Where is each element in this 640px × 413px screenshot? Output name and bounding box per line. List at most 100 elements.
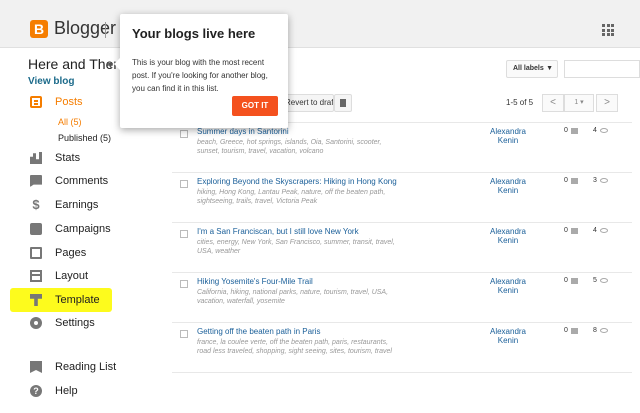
post-author[interactable]: Alexandra Kenin — [482, 227, 534, 245]
eye-icon — [600, 178, 608, 183]
post-title-link[interactable]: Exploring Beyond the Skyscrapers: Hiking… — [197, 177, 397, 186]
sidebar-item-label: Campaigns — [55, 223, 111, 235]
posts-icon — [30, 96, 42, 108]
row-checkbox[interactable] — [180, 130, 188, 138]
view-blog-link[interactable]: View blog — [28, 76, 75, 87]
sidebar-item-layout[interactable]: Layout — [30, 268, 88, 284]
comment-icon — [571, 278, 578, 284]
sidebar-item-help[interactable]: ? Help — [30, 383, 78, 399]
post-title-link[interactable]: Hiking Yosemite's Four-Mile Trail — [197, 277, 313, 286]
stats-icon — [30, 152, 42, 164]
got-it-button[interactable]: GOT IT — [232, 96, 278, 116]
comment-count: 0 — [564, 277, 568, 284]
post-labels: france, la coulee verte, off the beaten … — [197, 339, 392, 355]
sidebar-item-label: Pages — [55, 247, 87, 259]
view-count: 8 — [593, 327, 597, 334]
sidebar-item-comments[interactable]: Comments — [30, 173, 108, 189]
post-author[interactable]: Alexandra Kenin — [482, 277, 534, 295]
sidebar-item-posts[interactable]: Posts — [30, 94, 83, 110]
comment-count: 0 — [564, 177, 568, 184]
post-title-link[interactable]: Getting off the beaten path in Paris — [197, 327, 321, 336]
sidebar-item-stats[interactable]: Stats — [30, 150, 80, 166]
sidebar-subitem-all[interactable]: All (5) — [58, 117, 82, 127]
sidebar-item-label: Template — [55, 294, 100, 306]
post-author[interactable]: Alexandra Kenin — [482, 327, 534, 345]
comments-icon — [30, 175, 42, 187]
view-count: 4 — [593, 227, 597, 234]
brand-divider — [105, 22, 106, 38]
comment-icon — [571, 228, 578, 234]
post-labels: beach, Greece, hot springs, islands, Oia… — [197, 139, 382, 155]
eye-icon — [600, 328, 608, 333]
post-title-link[interactable]: Summer days in Santorini — [197, 127, 289, 136]
sidebar-item-reading-list[interactable]: Reading List — [30, 359, 116, 375]
table-row[interactable]: Summer days in Santorini beach, Greece, … — [172, 122, 632, 172]
tooltip-body: This is your blog with the most recent p… — [132, 58, 268, 93]
post-author[interactable]: Alexandra Kenin — [482, 177, 534, 195]
page-select[interactable]: 1 ▾ — [564, 94, 594, 112]
sidebar-item-label: Help — [55, 385, 78, 397]
post-title-link[interactable]: I'm a San Franciscan, but I still love N… — [197, 227, 359, 236]
post-labels: cities, energy, New York, San Francisco,… — [197, 239, 395, 255]
sidebar-item-pages[interactable]: Pages — [30, 245, 86, 261]
sidebar-item-label: Layout — [55, 270, 89, 282]
sidebar-item-label: Comments — [55, 175, 109, 187]
row-checkbox[interactable] — [180, 180, 188, 188]
eye-icon — [600, 128, 608, 133]
eye-icon — [600, 228, 608, 233]
template-icon — [30, 294, 42, 306]
next-page-button[interactable]: > — [596, 94, 618, 112]
comment-count: 0 — [564, 227, 568, 234]
sidebar-subitem-published[interactable]: Published (5) — [58, 133, 111, 143]
sidebar-item-settings[interactable]: Settings — [30, 315, 95, 331]
comment-count: 0 — [564, 127, 568, 134]
post-labels: California, hiking, national parks, natu… — [197, 289, 389, 305]
brand-name[interactable]: Blogger — [54, 18, 116, 39]
sidebar-item-label: Reading List — [55, 361, 117, 373]
settings-icon — [30, 317, 42, 329]
sidebar-item-earnings[interactable]: $ Earnings — [30, 197, 98, 213]
pages-icon — [30, 247, 42, 259]
table-row[interactable]: Hiking Yosemite's Four-Mile Trail Califo… — [172, 272, 632, 322]
table-row[interactable]: I'm a San Franciscan, but I still love N… — [172, 222, 632, 272]
row-checkbox[interactable] — [180, 280, 188, 288]
comment-count: 0 — [564, 327, 568, 334]
view-count: 4 — [593, 127, 597, 134]
top-bar: B Blogger — [0, 0, 640, 48]
sidebar-item-campaigns[interactable]: Campaigns — [30, 221, 111, 237]
post-count: 1-5 of 5 — [506, 98, 534, 107]
post-author[interactable]: Alexandra Kenin — [482, 127, 534, 145]
blogger-logo-icon[interactable]: B — [30, 20, 48, 38]
sidebar-item-label: Posts — [55, 96, 83, 108]
layout-icon — [30, 270, 42, 282]
view-count: 5 — [593, 277, 597, 284]
comment-icon — [571, 128, 578, 134]
comment-icon — [571, 178, 578, 184]
tooltip-title: Your blogs live here — [132, 26, 256, 41]
help-icon: ? — [30, 385, 42, 397]
sidebar-item-label: Earnings — [55, 199, 99, 211]
post-labels: hiking, Hong Kong, Lantau Peak, nature, … — [197, 189, 386, 205]
dollar-icon: $ — [32, 197, 40, 212]
eye-icon — [600, 278, 608, 283]
sidebar-item-label: Stats — [55, 152, 81, 164]
row-checkbox[interactable] — [180, 330, 188, 338]
labels-filter-value: All labels — [513, 65, 544, 72]
blogger-dashboard: B Blogger Here and There ▼ View blog Pos… — [0, 0, 640, 413]
trash-icon[interactable] — [334, 94, 352, 112]
campaigns-icon — [30, 223, 42, 235]
labels-filter-dropdown[interactable]: All labels ▼ — [506, 60, 558, 78]
view-count: 3 — [593, 177, 597, 184]
previous-page-button[interactable]: < — [542, 94, 564, 112]
table-row[interactable]: Getting off the beaten path in Paris fra… — [172, 322, 632, 372]
reading-list-icon — [30, 361, 42, 373]
table-bottom-divider — [172, 372, 632, 373]
comment-icon — [571, 328, 578, 334]
table-row[interactable]: Exploring Beyond the Skyscrapers: Hiking… — [172, 172, 632, 222]
row-checkbox[interactable] — [180, 230, 188, 238]
search-input[interactable] — [564, 60, 640, 78]
blog-list-tooltip: Your blogs live here This is your blog w… — [114, 14, 288, 128]
sidebar-item-label: Settings — [55, 317, 95, 329]
sidebar-item-template[interactable]: Template — [30, 292, 100, 308]
apps-grid-icon[interactable] — [602, 24, 614, 36]
